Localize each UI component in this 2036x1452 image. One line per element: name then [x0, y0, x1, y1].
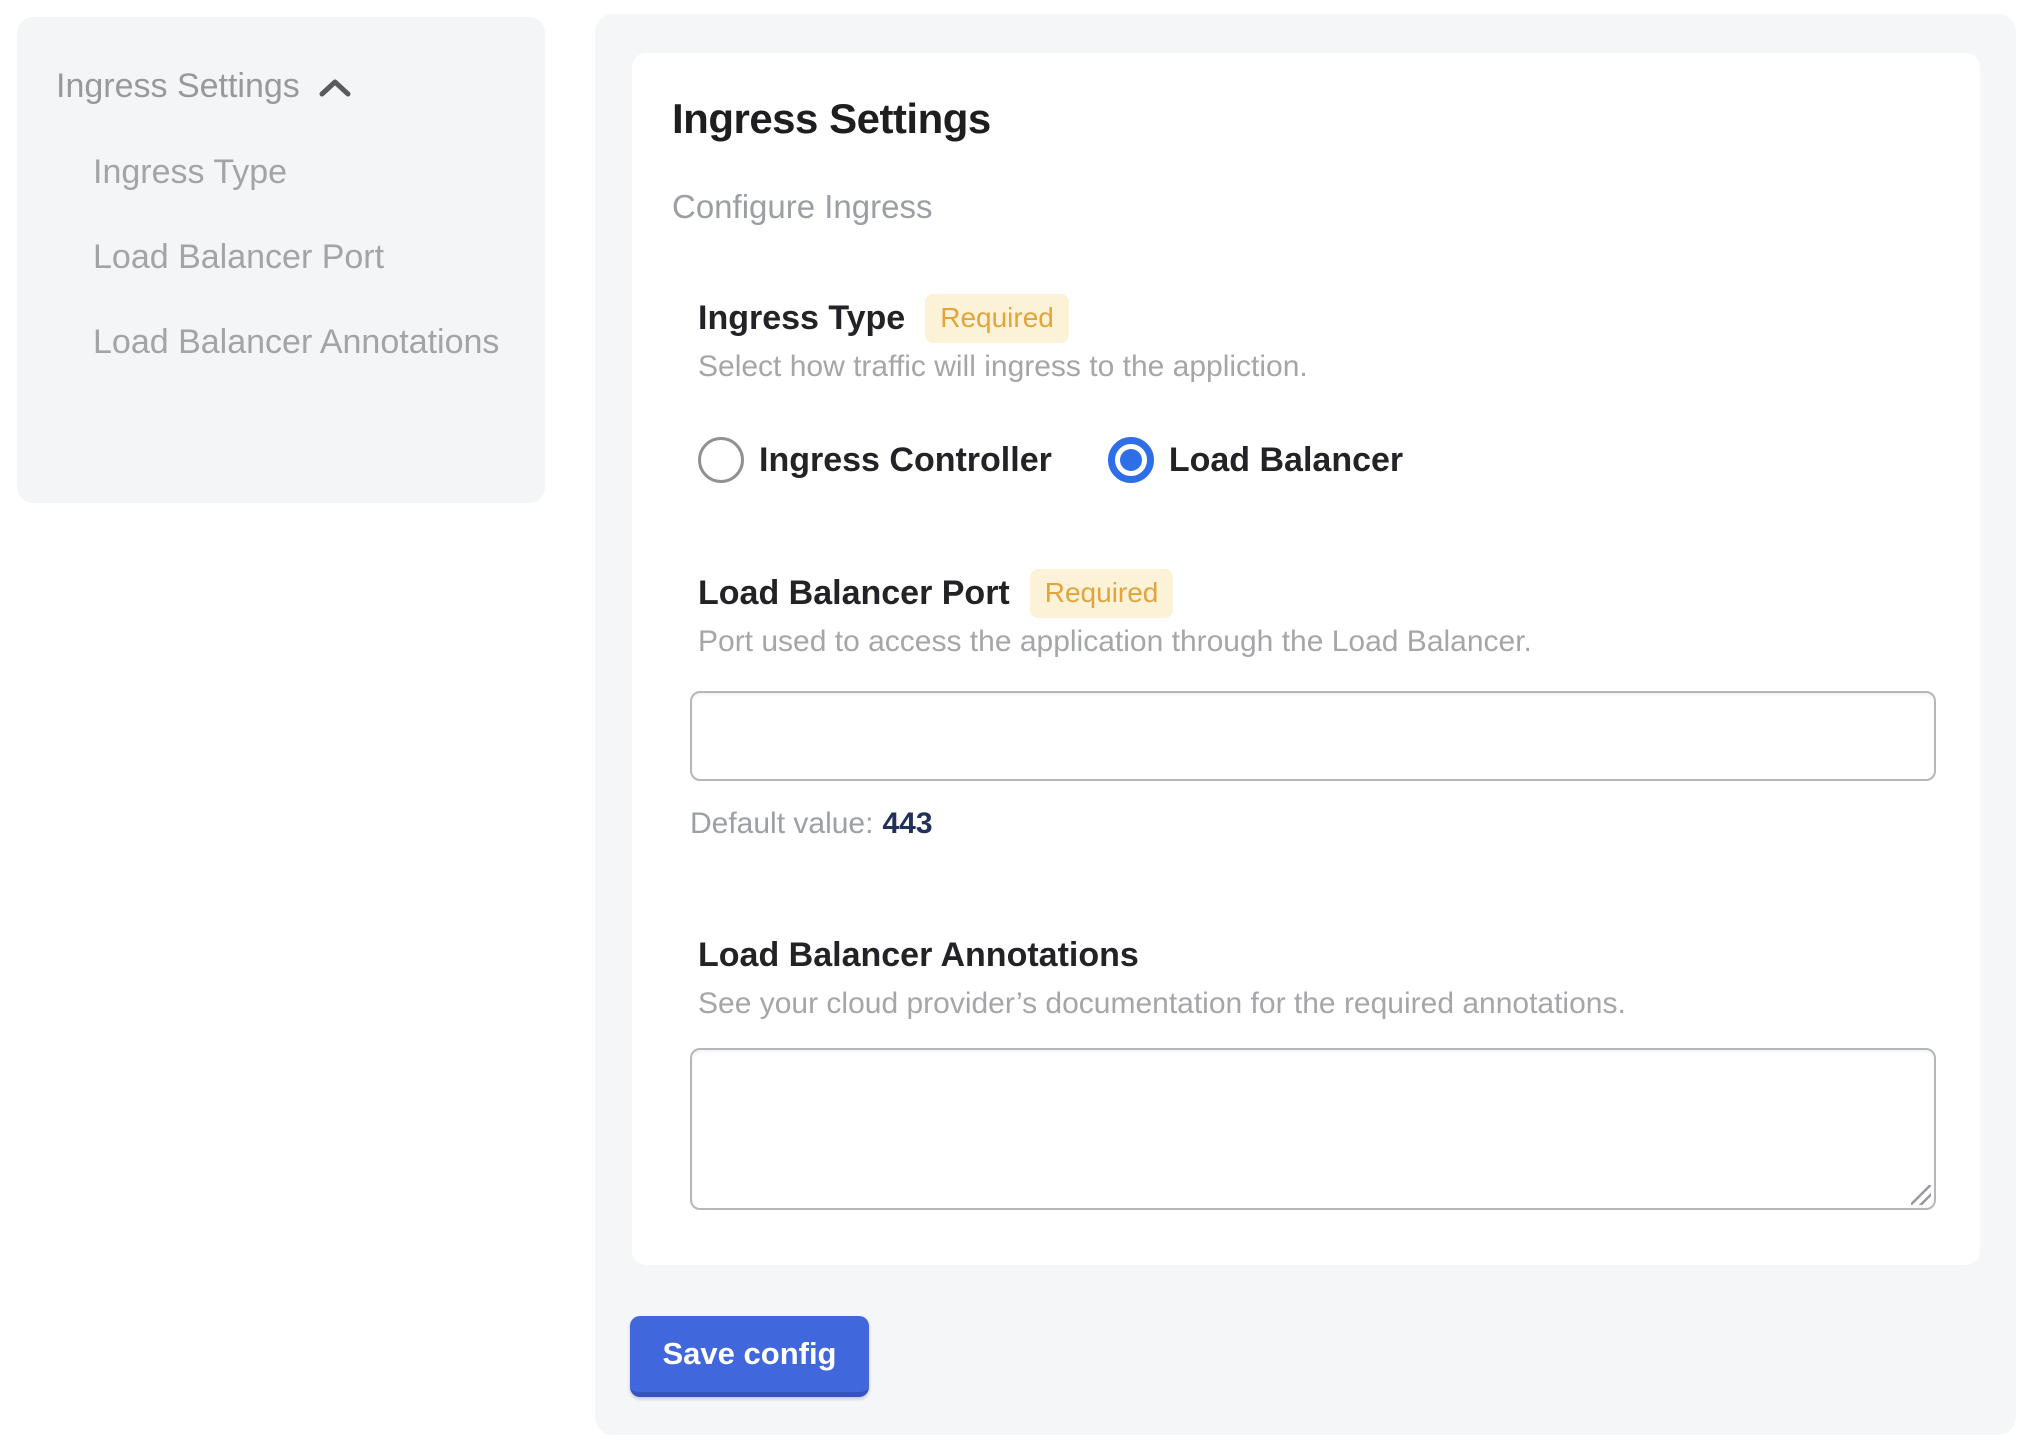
- field-label-load-balancer-annotations: Load Balancer Annotations: [698, 936, 1139, 975]
- save-config-button[interactable]: Save config: [630, 1316, 869, 1397]
- field-description-load-balancer-port: Port used to access the application thro…: [698, 625, 1940, 659]
- page-subtitle: Configure Ingress: [672, 188, 1940, 226]
- radio-option-load-balancer[interactable]: Load Balancer: [1108, 437, 1403, 483]
- radio-label-ingress-controller: Ingress Controller: [759, 441, 1052, 480]
- load-balancer-annotations-textarea[interactable]: [690, 1048, 1936, 1210]
- sidebar: Ingress Settings Ingress Type Load Balan…: [17, 17, 545, 503]
- section-ingress-type: Ingress Type Required Select how traffic…: [698, 294, 1940, 483]
- radio-button-ingress-controller[interactable]: [698, 437, 744, 483]
- config-panel: Ingress Settings Configure Ingress Ingre…: [595, 14, 2016, 1435]
- resize-handle-icon[interactable]: [1911, 1185, 1931, 1205]
- default-value-label: Default value:: [690, 807, 873, 840]
- sidebar-group-label: Ingress Settings: [56, 57, 300, 115]
- load-balancer-port-input[interactable]: [690, 691, 1936, 781]
- default-value-row: Default value: 443: [690, 807, 1940, 841]
- required-badge: Required: [925, 294, 1069, 342]
- sidebar-item-list: Ingress Type Load Balancer Port Load Bal…: [56, 143, 509, 371]
- radio-option-ingress-controller[interactable]: Ingress Controller: [698, 437, 1052, 483]
- default-value: 443: [882, 807, 932, 840]
- chevron-up-icon: [318, 77, 352, 99]
- sidebar-item-load-balancer-port[interactable]: Load Balancer Port: [93, 228, 509, 286]
- section-load-balancer-port: Load Balancer Port Required Port used to…: [698, 569, 1940, 841]
- section-load-balancer-annotations: Load Balancer Annotations See your cloud…: [698, 931, 1940, 1210]
- sidebar-item-ingress-type[interactable]: Ingress Type: [93, 143, 509, 201]
- page-title: Ingress Settings: [672, 95, 1940, 143]
- sidebar-item-load-balancer-annotations[interactable]: Load Balancer Annotations: [93, 313, 509, 371]
- sidebar-group-ingress-settings[interactable]: Ingress Settings: [56, 57, 509, 115]
- field-description-load-balancer-annotations: See your cloud provider’s documentation …: [698, 987, 1940, 1021]
- ingress-type-radio-group: Ingress Controller Load Balancer: [698, 437, 1940, 483]
- annotations-textarea-wrap: [690, 1048, 1936, 1210]
- field-label-ingress-type: Ingress Type: [698, 299, 905, 338]
- ingress-settings-card: Ingress Settings Configure Ingress Ingre…: [632, 53, 1980, 1265]
- radio-button-load-balancer[interactable]: [1108, 437, 1154, 483]
- required-badge: Required: [1030, 569, 1174, 617]
- field-label-load-balancer-port: Load Balancer Port: [698, 574, 1010, 613]
- field-description-ingress-type: Select how traffic will ingress to the a…: [698, 350, 1940, 384]
- radio-label-load-balancer: Load Balancer: [1169, 441, 1403, 480]
